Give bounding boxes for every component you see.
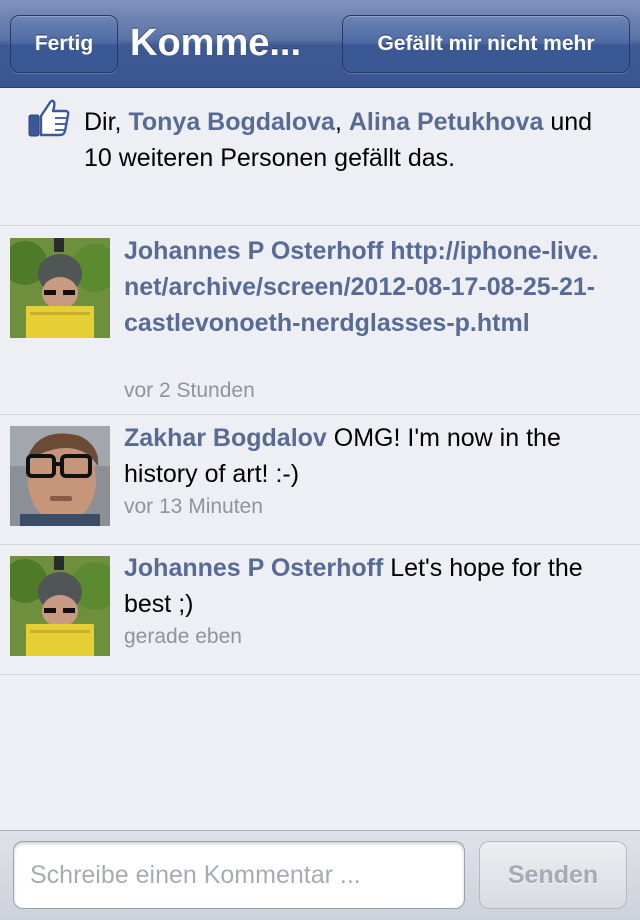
comment-timestamp: vor 2 Stunden (124, 379, 255, 402)
comment-text: Johannes P Osterhoff http://iphone-live.… (124, 233, 604, 341)
unlike-button[interactable]: Gefällt mir nicht mehr (342, 15, 630, 73)
comment-author[interactable]: Zakhar Bogdalov (124, 424, 327, 452)
liker-link-2[interactable]: Alina Petukhova (349, 108, 544, 136)
page-title: Komme... (130, 22, 302, 64)
comment-timestamp: gerade eben (124, 625, 242, 648)
thumbs-up-icon (27, 98, 71, 138)
send-button[interactable]: Senden (479, 841, 627, 909)
likes-prefix: Dir, (84, 108, 129, 136)
avatar[interactable] (10, 556, 110, 656)
likes-text: Dir, Tonya Bogdalova, Alina Petukhova un… (84, 104, 604, 176)
liker-link-1[interactable]: Tonya Bogdalova (128, 108, 335, 136)
comment-input[interactable] (13, 841, 465, 909)
avatar[interactable] (10, 426, 110, 526)
done-button[interactable]: Fertig (10, 15, 118, 73)
comment-timestamp: vor 13 Minuten (124, 495, 263, 518)
avatar[interactable] (10, 238, 110, 338)
comment-author[interactable]: Johannes P Osterhoff (124, 237, 383, 265)
likes-separator: , (334, 108, 349, 136)
comment-text: Johannes P Osterhoff Let's hope for the … (124, 550, 604, 622)
comment-author[interactable]: Johannes P Osterhoff (124, 554, 383, 582)
comment-text: Zakhar Bogdalov OMG! I'm now in the hist… (124, 420, 604, 492)
